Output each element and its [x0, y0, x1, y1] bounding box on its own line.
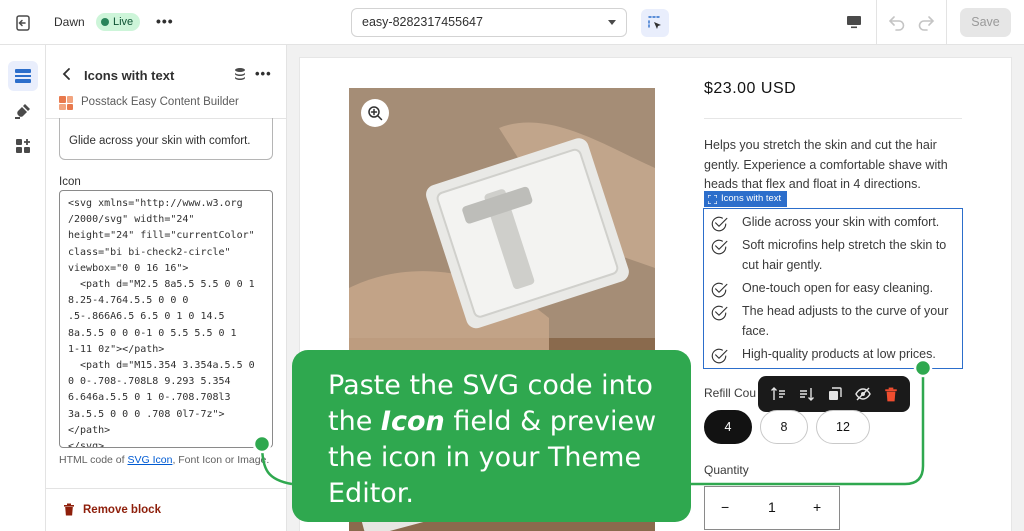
selected-block-tag[interactable]: Icons with text: [704, 191, 788, 207]
quantity-decrease-button[interactable]: −: [721, 499, 729, 515]
save-button[interactable]: Save: [960, 8, 1011, 37]
sections-icon[interactable]: [8, 61, 38, 91]
quantity-stepper[interactable]: − 1 +: [704, 486, 840, 530]
left-rail: [0, 45, 46, 531]
block-floating-toolbar: [758, 376, 910, 412]
list-item-text: Soft microfins help stretch the skin to …: [742, 238, 947, 272]
list-item: Glide across your skin with comfort.: [710, 212, 958, 233]
icon-field-label: Icon: [59, 176, 81, 188]
list-item: One-touch open for easy cleaning.: [710, 278, 958, 299]
refill-option-12[interactable]: 12: [816, 410, 870, 444]
hide-icon[interactable]: [855, 386, 872, 402]
template-select-value: easy-8282317455647: [362, 15, 483, 29]
refill-count-label: Refill Cou: [704, 386, 757, 400]
block-select-icon: [708, 194, 717, 204]
quantity-label: Quantity: [704, 463, 749, 477]
duplicate-icon[interactable]: [827, 386, 843, 402]
undo-icon[interactable]: [887, 12, 907, 37]
callout-text: Paste the SVG code into the Icon field &…: [328, 370, 657, 509]
icon-code-textarea[interactable]: <svg xmlns="http://www.w3.org /2000/svg"…: [59, 190, 273, 448]
panel-more-button[interactable]: •••: [255, 66, 272, 81]
text-field[interactable]: Glide across your skin with comfort.: [59, 118, 273, 160]
redo-icon[interactable]: [916, 12, 936, 37]
check-circle-icon: [711, 282, 728, 298]
cursor-select-icon: [648, 16, 661, 29]
zoom-button[interactable]: [361, 99, 389, 127]
live-badge: Live: [96, 13, 141, 31]
list-item-text: Glide across your skin with comfort.: [742, 215, 940, 229]
app-embeds-icon[interactable]: [8, 131, 38, 161]
product-price: $23.00 USD: [704, 80, 797, 97]
inspector-toggle-button[interactable]: [641, 9, 669, 37]
check-circle-icon: [711, 348, 728, 364]
delete-icon[interactable]: [884, 387, 898, 402]
quantity-value[interactable]: 1: [768, 499, 776, 515]
zoom-in-icon: [368, 106, 383, 121]
instruction-callout: Paste the SVG code into the Icon field &…: [292, 350, 691, 522]
check-circle-icon: [711, 239, 728, 255]
list-item: The head adjusts to the curve of your fa…: [710, 301, 958, 341]
database-icon[interactable]: [233, 67, 247, 86]
trash-icon: [64, 503, 74, 516]
icon-help-text: HTML code of SVG Icon, Font Icon or Imag…: [59, 454, 270, 466]
remove-block-button[interactable]: Remove block: [63, 503, 161, 516]
icons-with-text-block[interactable]: Glide across your skin with comfort. Sof…: [703, 208, 963, 369]
template-select[interactable]: easy-8282317455647: [351, 8, 627, 37]
theme-settings-icon[interactable]: [8, 96, 38, 126]
refill-option-8[interactable]: 8: [760, 410, 808, 444]
app-name: Posstack Easy Content Builder: [81, 96, 239, 108]
list-item-text: The head adjusts to the curve of your fa…: [742, 304, 949, 338]
price-divider: [704, 118, 962, 119]
desktop-view-icon[interactable]: [845, 13, 863, 36]
check-circle-icon: [711, 216, 728, 232]
back-arrow-icon[interactable]: [60, 67, 74, 86]
chevron-down-icon: [608, 20, 616, 25]
exit-icon[interactable]: [12, 12, 34, 34]
move-up-icon[interactable]: [770, 386, 786, 402]
toolbar-divider: [876, 0, 877, 45]
app-logo-icon: [59, 96, 73, 110]
theme-name: Dawn: [54, 15, 85, 29]
block-settings-panel: Icons with text ••• Posstack Easy Conten…: [46, 45, 287, 531]
panel-title: Icons with text: [84, 68, 175, 83]
refill-option-4[interactable]: 4: [704, 410, 752, 444]
check-circle-icon: [711, 305, 728, 321]
toolbar-divider: [946, 0, 947, 45]
live-dot-icon: [101, 18, 109, 26]
theme-more-button[interactable]: •••: [156, 13, 174, 29]
top-bar: Dawn Live ••• easy-8282317455647 Save: [0, 0, 1024, 45]
svg-icon-link[interactable]: SVG Icon: [127, 454, 172, 466]
panel-divider: [46, 488, 286, 489]
list-item: Soft microfins help stretch the skin to …: [710, 235, 958, 275]
move-down-icon[interactable]: [799, 386, 815, 402]
list-item-text: One-touch open for easy cleaning.: [742, 281, 934, 295]
quantity-increase-button[interactable]: +: [813, 499, 821, 515]
list-item: High-quality products at low prices.: [710, 344, 958, 365]
list-item-text: High-quality products at low prices.: [742, 347, 936, 361]
product-description: Helps you stretch the skin and cut the h…: [704, 138, 948, 191]
